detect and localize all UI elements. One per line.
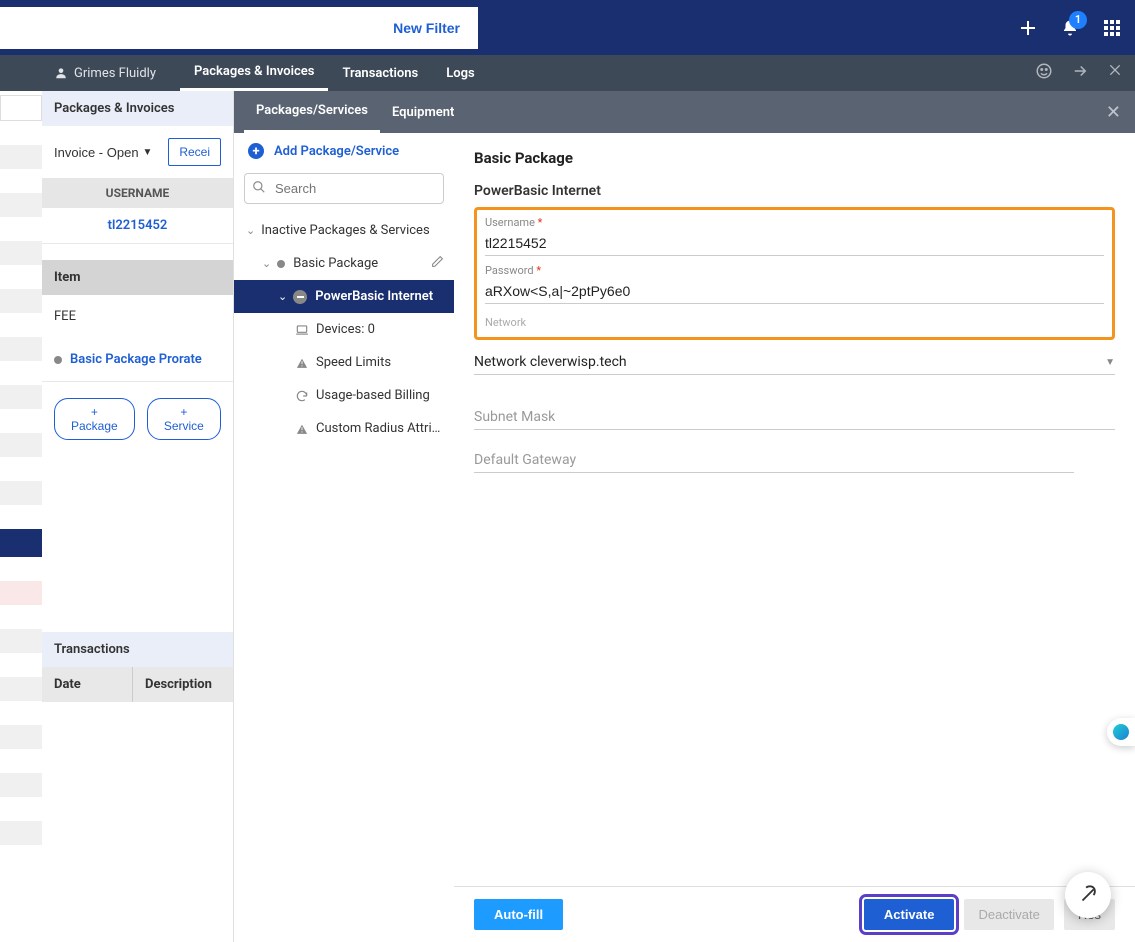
apps-grid-icon[interactable] (1101, 17, 1123, 39)
tree-node-label: PowerBasic Internet (315, 289, 433, 304)
nav-tab-packages-invoices[interactable]: Packages & Invoices (180, 55, 328, 91)
tree-sidebar: Packages/Services Equipment + Add Packag… (234, 91, 454, 942)
form-footer: Auto-fill Activate Deactivate Res (454, 886, 1135, 942)
transactions-header: Transactions (42, 632, 233, 667)
caret-down-icon: ▼ (143, 147, 153, 158)
col-description[interactable]: Description (132, 667, 233, 702)
chevron-down-icon: ⌄ (278, 290, 287, 303)
credentials-highlight: Username * Password * Network (474, 207, 1115, 340)
close-panel-icon[interactable]: ✕ (1106, 102, 1121, 123)
smile-icon[interactable] (1035, 62, 1053, 84)
transactions-table-header: Date Description (42, 667, 233, 702)
tree-tabs: Packages/Services Equipment (234, 91, 454, 133)
form-subtitle: PowerBasic Internet (474, 183, 1115, 199)
auto-fill-button[interactable]: Auto-fill (474, 899, 563, 930)
minus-circle-icon (293, 290, 307, 304)
tree-node-powerbasic[interactable]: ⌄ PowerBasic Internet (234, 280, 454, 313)
add-package-service-label: Add Package/Service (274, 144, 399, 159)
tree-node-label: Basic Package (293, 256, 378, 271)
subnet-mask-input[interactable]: Subnet Mask (474, 399, 1115, 430)
new-filter-button[interactable]: New Filter (0, 7, 478, 49)
tree-node-devices[interactable]: Devices: 0 (234, 313, 454, 346)
tab-packages-services[interactable]: Packages/Services (244, 91, 380, 133)
pi-title: Packages & Invoices (42, 91, 233, 126)
username-input[interactable] (485, 231, 1104, 256)
invoice-dropdown-label: Invoice - Open (54, 145, 139, 160)
warning-icon (294, 422, 310, 436)
status-dot-icon (54, 356, 62, 364)
notification-badge: 1 (1069, 11, 1087, 29)
col-date[interactable]: Date (42, 667, 132, 702)
add-service-button[interactable]: + Service (147, 398, 221, 440)
add-package-service[interactable]: + Add Package/Service (234, 133, 454, 169)
tree-node-usage-billing[interactable]: Usage-based Billing (234, 379, 454, 412)
forward-arrow-icon[interactable] (1071, 62, 1089, 84)
tree-node-basic-package[interactable]: ⌄ Basic Package (234, 247, 454, 280)
warning-icon (294, 356, 310, 370)
basic-package-prorate[interactable]: Basic Package Prorate (42, 338, 233, 382)
form-title: Basic Package (474, 149, 1115, 167)
username-value[interactable]: tl2215452 (42, 208, 233, 244)
chevron-down-icon: ⌄ (262, 257, 271, 270)
network-trunc-label: Network (485, 312, 1104, 333)
activate-button[interactable]: Activate (864, 899, 955, 930)
form-panel: ✕ Basic Package PowerBasic Internet User… (454, 91, 1135, 942)
tree-search (244, 173, 444, 204)
edit-icon[interactable] (431, 255, 444, 272)
plus-circle-icon: + (248, 143, 264, 159)
tree-node-label: Usage-based Billing (316, 388, 430, 403)
fee-row: FEE (42, 295, 233, 338)
tree-node-custom-radius[interactable]: Custom Radius Attri… (234, 412, 454, 445)
tree-node-label: Devices: 0 (316, 322, 375, 337)
laptop-icon (294, 323, 310, 337)
nav-user[interactable]: Grimes Fluidly (54, 66, 156, 81)
caret-down-icon: ▼ (1105, 357, 1115, 368)
notifications-icon[interactable]: 1 (1059, 17, 1081, 39)
username-column-header: USERNAME (42, 178, 233, 208)
username-label: Username * (485, 216, 1104, 229)
invoice-dropdown[interactable]: Invoice - Open ▼ (54, 145, 152, 160)
left-stripe (0, 55, 42, 942)
basic-package-label: Basic Package Prorate (70, 352, 202, 367)
password-input[interactable] (485, 279, 1104, 304)
form-tabs-bar: ✕ (454, 91, 1135, 133)
nav-user-label: Grimes Fluidly (74, 66, 156, 81)
tree-node-label: Custom Radius Attri… (316, 421, 440, 436)
nav-tab-logs[interactable]: Logs (432, 55, 488, 91)
packages-invoices-sidebar: Packages & Invoices Invoice - Open ▼ Rec… (42, 91, 234, 942)
status-dot-icon (277, 260, 285, 268)
search-icon (252, 180, 266, 198)
deactivate-button: Deactivate (964, 899, 1053, 930)
tree-node-label: Speed Limits (316, 355, 391, 370)
close-icon[interactable] (1107, 62, 1123, 84)
password-label: Password * (485, 264, 1104, 277)
receive-button[interactable]: Recei (168, 138, 221, 166)
top-header: New Filter 1 (0, 0, 1135, 55)
nav-tab-transactions[interactable]: Transactions (328, 55, 432, 91)
cycle-icon (294, 389, 310, 403)
add-package-button[interactable]: + Package (54, 398, 135, 440)
help-bubble[interactable] (1065, 872, 1111, 918)
tree-node-speed-limits[interactable]: Speed Limits (234, 346, 454, 379)
default-gateway-input[interactable]: Default Gateway (474, 442, 1074, 473)
tree-node-inactive[interactable]: ⌄ Inactive Packages & Services (234, 214, 454, 247)
add-icon[interactable] (1017, 17, 1039, 39)
chevron-down-icon: ⌄ (246, 224, 255, 237)
item-header: Item (42, 260, 233, 295)
tree-node-label: Inactive Packages & Services (261, 223, 429, 238)
secondary-nav: Grimes Fluidly Packages & Invoices Trans… (42, 55, 1135, 91)
search-input[interactable] (244, 173, 444, 204)
network-select[interactable]: Network cleverwisp.tech ▼ (474, 350, 1115, 375)
side-chat-bubble[interactable] (1107, 718, 1135, 746)
